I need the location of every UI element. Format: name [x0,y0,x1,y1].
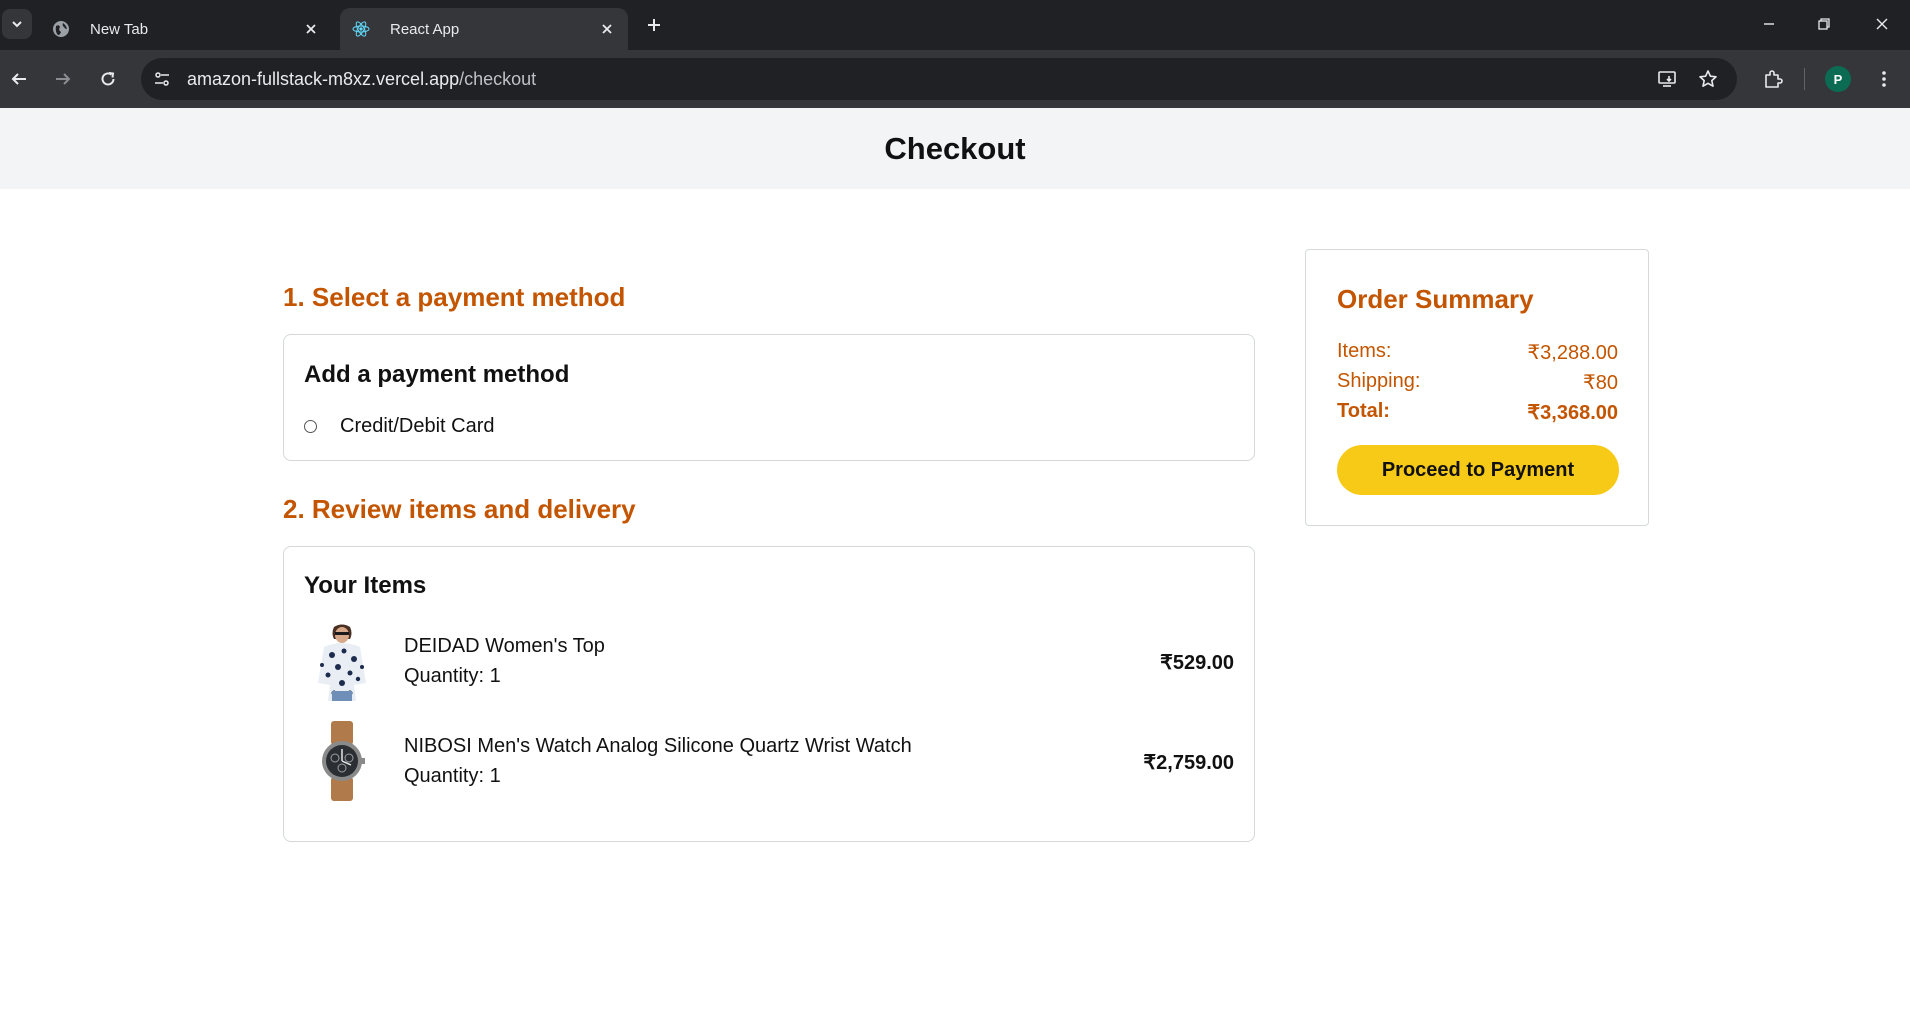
arrow-left-icon [11,73,26,85]
checkout-header: Checkout [0,108,1910,189]
credit-debit-card-radio[interactable] [304,420,317,433]
minimize-icon [1764,23,1774,25]
chevron-down-icon [12,21,22,28]
more-vert-icon [1882,71,1886,87]
reload-button[interactable] [93,64,123,94]
tab-react-app[interactable]: React App [340,8,628,50]
restore-button[interactable] [1810,10,1838,38]
tab-title: React App [390,20,460,38]
page-title: Checkout [884,130,1026,166]
item-price: ₹529.00 [1160,652,1234,674]
install-app-button[interactable] [1655,67,1679,91]
summary-total-row: Total: ₹3,368.00 [1337,400,1618,425]
order-summary-title: Order Summary [1337,284,1534,314]
credit-debit-card-label: Credit/Debit Card [340,415,495,437]
summary-items-row: Items: ₹3,288.00 [1337,340,1618,365]
your-items-heading: Your Items [304,572,427,599]
window-close-button[interactable] [1868,10,1896,38]
site-info-button[interactable] [149,66,175,92]
tab-title: New Tab [90,20,149,38]
browser-menu-button[interactable] [1869,64,1899,94]
install-icon [1658,71,1676,87]
list-item: NIBOSI Men's Watch Analog Silicone Quart… [304,721,1234,805]
summary-shipping-row: Shipping: ₹80 [1337,370,1618,395]
summary-total-value: ₹3,368.00 [1527,402,1618,424]
bookmark-button[interactable] [1696,67,1720,91]
profile-avatar[interactable]: P [1825,66,1851,92]
star-icon [1699,70,1717,87]
back-button[interactable] [4,64,34,94]
globe-icon [53,21,69,37]
item-price: ₹2,759.00 [1143,752,1234,774]
address-bar[interactable]: amazon-fullstack-m8xz.vercel.app/checkou… [141,58,1737,100]
summary-shipping-value: ₹80 [1583,372,1618,394]
url-text[interactable]: amazon-fullstack-m8xz.vercel.app/checkou… [187,69,536,90]
payment-section-title: 1. Select a payment method [283,282,626,312]
browser-toolbar: amazon-fullstack-m8xz.vercel.app/checkou… [0,50,1910,108]
summary-items-label: Items: [1337,340,1392,362]
credit-debit-card-option[interactable]: Credit/Debit Card [304,415,495,438]
review-section-title: 2. Review items and delivery [283,494,636,524]
summary-items-value: ₹3,288.00 [1527,342,1618,364]
react-icon [352,21,370,37]
url-host: amazon-fullstack-m8xz.vercel.app [187,69,460,89]
extensions-button[interactable] [1758,64,1788,94]
url-path: /checkout [459,69,537,89]
tab-search-button[interactable] [2,9,32,39]
payment-card-heading: Add a payment method [304,361,570,388]
item-quantity: Quantity: 1 [404,665,501,687]
close-icon[interactable] [302,20,320,38]
floral-top-image [304,621,380,701]
wrist-watch-image [304,721,380,801]
reload-icon [101,72,115,86]
your-items-card: Your Items DEIDAD Women's Top Quantity: … [283,546,1255,842]
plus-icon [648,19,660,31]
arrow-right-icon [56,73,71,85]
item-name: NIBOSI Men's Watch Analog Silicone Quart… [404,735,912,757]
restore-icon [1818,18,1830,30]
close-icon [1876,18,1888,30]
tab-new-tab[interactable]: New Tab [40,8,332,50]
forward-button[interactable] [48,64,78,94]
browser-tab-strip: New Tab React App [0,0,1910,50]
tune-icon [155,72,169,86]
close-icon[interactable] [598,20,616,38]
order-summary-card: Order Summary Items: ₹3,288.00 Shipping:… [1305,249,1649,526]
new-tab-button[interactable] [643,14,665,36]
item-name: DEIDAD Women's Top [404,635,605,657]
toolbar-divider [1804,68,1805,90]
summary-shipping-label: Shipping: [1337,370,1421,392]
minimize-button[interactable] [1755,10,1783,38]
puzzle-icon [1765,70,1783,88]
payment-method-card: Add a payment method Credit/Debit Card [283,334,1255,461]
list-item: DEIDAD Women's Top Quantity: 1 ₹529.00 [304,621,1234,705]
proceed-to-payment-button[interactable]: Proceed to Payment [1337,445,1619,495]
summary-total-label: Total: [1337,400,1390,422]
item-quantity: Quantity: 1 [404,765,501,787]
